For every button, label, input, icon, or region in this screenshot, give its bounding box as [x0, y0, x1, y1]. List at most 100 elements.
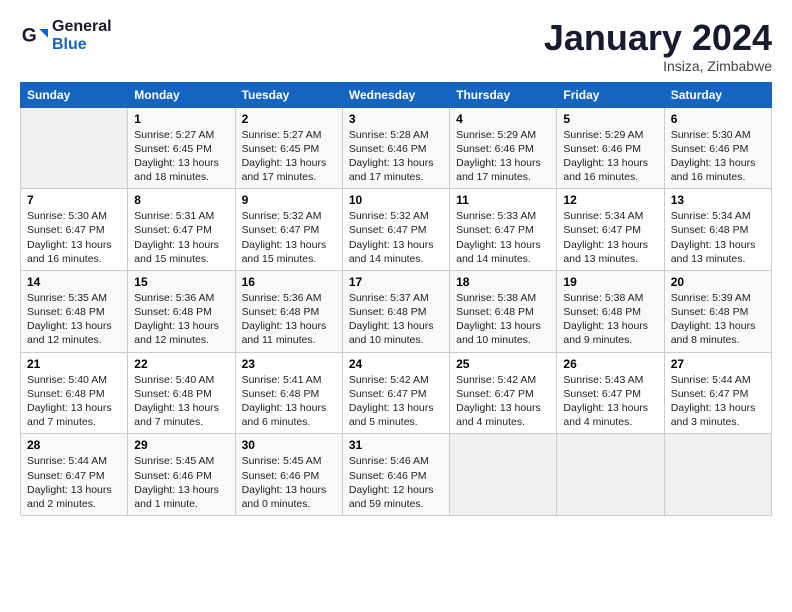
day-content: Sunrise: 5:46 AM Sunset: 6:46 PM Dayligh…	[349, 455, 434, 510]
calendar-cell: 12 Sunrise: 5:34 AM Sunset: 6:47 PM Dayli…	[557, 189, 664, 271]
day-content: Sunrise: 5:36 AM Sunset: 6:48 PM Dayligh…	[242, 292, 327, 347]
calendar-cell: 13 Sunrise: 5:34 AM Sunset: 6:48 PM Dayli…	[664, 189, 771, 271]
day-number: 14	[27, 275, 121, 289]
day-number: 15	[134, 275, 228, 289]
calendar-cell	[557, 434, 664, 516]
day-number: 16	[242, 275, 336, 289]
calendar-cell: 2 Sunrise: 5:27 AM Sunset: 6:45 PM Daylig…	[235, 107, 342, 189]
day-header-thursday: Thursday	[450, 82, 557, 107]
calendar-cell: 23 Sunrise: 5:41 AM Sunset: 6:48 PM Dayli…	[235, 352, 342, 434]
day-number: 8	[134, 193, 228, 207]
day-content: Sunrise: 5:30 AM Sunset: 6:47 PM Dayligh…	[27, 210, 112, 265]
calendar-cell: 17 Sunrise: 5:37 AM Sunset: 6:48 PM Dayli…	[342, 270, 449, 352]
calendar-cell: 4 Sunrise: 5:29 AM Sunset: 6:46 PM Daylig…	[450, 107, 557, 189]
day-content: Sunrise: 5:44 AM Sunset: 6:47 PM Dayligh…	[671, 374, 756, 429]
day-content: Sunrise: 5:34 AM Sunset: 6:48 PM Dayligh…	[671, 210, 756, 265]
calendar-cell: 10 Sunrise: 5:32 AM Sunset: 6:47 PM Dayli…	[342, 189, 449, 271]
calendar-cell: 27 Sunrise: 5:44 AM Sunset: 6:47 PM Dayli…	[664, 352, 771, 434]
day-number: 27	[671, 357, 765, 371]
day-number: 21	[27, 357, 121, 371]
day-number: 26	[563, 357, 657, 371]
day-content: Sunrise: 5:45 AM Sunset: 6:46 PM Dayligh…	[242, 455, 327, 510]
day-content: Sunrise: 5:45 AM Sunset: 6:46 PM Dayligh…	[134, 455, 219, 510]
header-row: SundayMondayTuesdayWednesdayThursdayFrid…	[21, 82, 772, 107]
calendar-cell: 25Sunrise: 5:42 AM Sunset: 6:47 PM Dayli…	[450, 352, 557, 434]
calendar-cell: 28 Sunrise: 5:44 AM Sunset: 6:47 PM Dayli…	[21, 434, 128, 516]
day-content: Sunrise: 5:43 AM Sunset: 6:47 PM Dayligh…	[563, 374, 648, 429]
day-number: 2	[242, 112, 336, 126]
calendar-cell: 18Sunrise: 5:38 AM Sunset: 6:48 PM Dayli…	[450, 270, 557, 352]
day-content: Sunrise: 5:29 AM Sunset: 6:46 PM Dayligh…	[563, 129, 648, 184]
calendar-cell: 16 Sunrise: 5:36 AM Sunset: 6:48 PM Dayli…	[235, 270, 342, 352]
day-number: 20	[671, 275, 765, 289]
day-content: Sunrise: 5:33 AM Sunset: 6:47 PM Dayligh…	[456, 210, 541, 265]
calendar-cell: 15 Sunrise: 5:36 AM Sunset: 6:48 PM Dayli…	[128, 270, 235, 352]
logo-text: General Blue	[52, 18, 112, 53]
calendar-cell: 11 Sunrise: 5:33 AM Sunset: 6:47 PM Dayli…	[450, 189, 557, 271]
day-content: Sunrise: 5:28 AM Sunset: 6:46 PM Dayligh…	[349, 129, 434, 184]
page: G General Blue January 2024 Insiza, Zimb…	[0, 0, 792, 526]
day-number: 11	[456, 193, 550, 207]
day-content: Sunrise: 5:32 AM Sunset: 6:47 PM Dayligh…	[349, 210, 434, 265]
day-number: 23	[242, 357, 336, 371]
day-content: Sunrise: 5:44 AM Sunset: 6:47 PM Dayligh…	[27, 455, 112, 510]
calendar-cell: 21Sunrise: 5:40 AM Sunset: 6:48 PM Dayli…	[21, 352, 128, 434]
day-content: Sunrise: 5:27 AM Sunset: 6:45 PM Dayligh…	[134, 129, 219, 184]
day-content: Sunrise: 5:37 AM Sunset: 6:48 PM Dayligh…	[349, 292, 434, 347]
day-number: 24	[349, 357, 443, 371]
day-number: 31	[349, 438, 443, 452]
logo-icon: G	[20, 22, 48, 50]
day-number: 7	[27, 193, 121, 207]
day-number: 28	[27, 438, 121, 452]
logo: G General Blue	[20, 18, 112, 53]
calendar-cell: 22Sunrise: 5:40 AM Sunset: 6:48 PM Dayli…	[128, 352, 235, 434]
calendar-cell	[450, 434, 557, 516]
day-header-wednesday: Wednesday	[342, 82, 449, 107]
calendar-cell: 5 Sunrise: 5:29 AM Sunset: 6:46 PM Daylig…	[557, 107, 664, 189]
calendar-cell: 6Sunrise: 5:30 AM Sunset: 6:46 PM Daylig…	[664, 107, 771, 189]
calendar-cell: 3Sunrise: 5:28 AM Sunset: 6:46 PM Daylig…	[342, 107, 449, 189]
calendar-table: SundayMondayTuesdayWednesdayThursdayFrid…	[20, 82, 772, 516]
day-content: Sunrise: 5:39 AM Sunset: 6:48 PM Dayligh…	[671, 292, 756, 347]
title-block: January 2024 Insiza, Zimbabwe	[544, 18, 772, 74]
day-number: 5	[563, 112, 657, 126]
day-content: Sunrise: 5:32 AM Sunset: 6:47 PM Dayligh…	[242, 210, 327, 265]
header: G General Blue January 2024 Insiza, Zimb…	[20, 18, 772, 74]
day-header-sunday: Sunday	[21, 82, 128, 107]
calendar-cell: 31 Sunrise: 5:46 AM Sunset: 6:46 PM Dayli…	[342, 434, 449, 516]
day-number: 10	[349, 193, 443, 207]
calendar-cell: 30 Sunrise: 5:45 AM Sunset: 6:46 PM Dayli…	[235, 434, 342, 516]
week-row-3: 21Sunrise: 5:40 AM Sunset: 6:48 PM Dayli…	[21, 352, 772, 434]
calendar-cell: 1 Sunrise: 5:27 AM Sunset: 6:45 PM Daylig…	[128, 107, 235, 189]
calendar-cell: 9 Sunrise: 5:32 AM Sunset: 6:47 PM Daylig…	[235, 189, 342, 271]
day-content: Sunrise: 5:35 AM Sunset: 6:48 PM Dayligh…	[27, 292, 112, 347]
day-number: 1	[134, 112, 228, 126]
calendar-cell	[664, 434, 771, 516]
calendar-cell: 8Sunrise: 5:31 AM Sunset: 6:47 PM Daylig…	[128, 189, 235, 271]
day-content: Sunrise: 5:29 AM Sunset: 6:46 PM Dayligh…	[456, 129, 541, 184]
day-number: 12	[563, 193, 657, 207]
month-title: January 2024	[544, 18, 772, 58]
day-content: Sunrise: 5:42 AM Sunset: 6:47 PM Dayligh…	[456, 374, 541, 429]
calendar-cell: 24Sunrise: 5:42 AM Sunset: 6:47 PM Dayli…	[342, 352, 449, 434]
day-number: 19	[563, 275, 657, 289]
week-row-1: 7 Sunrise: 5:30 AM Sunset: 6:47 PM Daylig…	[21, 189, 772, 271]
day-content: Sunrise: 5:34 AM Sunset: 6:47 PM Dayligh…	[563, 210, 648, 265]
day-content: Sunrise: 5:36 AM Sunset: 6:48 PM Dayligh…	[134, 292, 219, 347]
day-number: 9	[242, 193, 336, 207]
day-content: Sunrise: 5:30 AM Sunset: 6:46 PM Dayligh…	[671, 129, 756, 184]
calendar-cell: 14 Sunrise: 5:35 AM Sunset: 6:48 PM Dayli…	[21, 270, 128, 352]
day-number: 13	[671, 193, 765, 207]
week-row-0: 1 Sunrise: 5:27 AM Sunset: 6:45 PM Daylig…	[21, 107, 772, 189]
day-header-tuesday: Tuesday	[235, 82, 342, 107]
day-content: Sunrise: 5:41 AM Sunset: 6:48 PM Dayligh…	[242, 374, 327, 429]
day-number: 30	[242, 438, 336, 452]
day-content: Sunrise: 5:27 AM Sunset: 6:45 PM Dayligh…	[242, 129, 327, 184]
day-number: 17	[349, 275, 443, 289]
day-header-saturday: Saturday	[664, 82, 771, 107]
calendar-cell: 26 Sunrise: 5:43 AM Sunset: 6:47 PM Dayli…	[557, 352, 664, 434]
day-number: 4	[456, 112, 550, 126]
calendar-cell: 19Sunrise: 5:38 AM Sunset: 6:48 PM Dayli…	[557, 270, 664, 352]
calendar-cell: 7 Sunrise: 5:30 AM Sunset: 6:47 PM Daylig…	[21, 189, 128, 271]
week-row-4: 28 Sunrise: 5:44 AM Sunset: 6:47 PM Dayli…	[21, 434, 772, 516]
